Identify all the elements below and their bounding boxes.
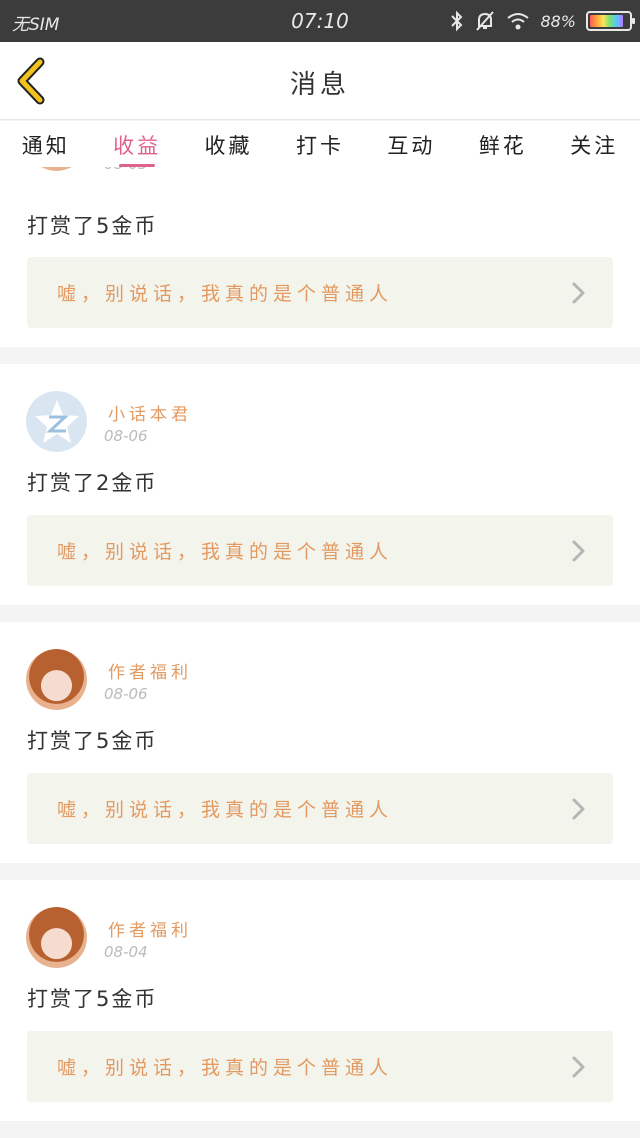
message-card: 作者福利 08-06 打赏了5金币 嘘，别说话，我真的是个普通人 xyxy=(0,622,640,863)
chevron-right-icon xyxy=(572,282,585,304)
username[interactable]: 小话本君 xyxy=(108,400,192,425)
book-quote-link[interactable]: 嘘，别说话，我真的是个普通人 xyxy=(27,515,613,586)
tab-favorites[interactable]: 收藏 xyxy=(183,121,274,167)
reward-text: 打赏了5金币 xyxy=(27,729,158,753)
status-bar: 无SIM 07:10 88% xyxy=(0,0,640,42)
avatar[interactable] xyxy=(26,907,87,968)
page-title: 消息 xyxy=(289,70,350,100)
tab-earnings[interactable]: 收益 xyxy=(91,121,182,167)
tab-following[interactable]: 关注 xyxy=(549,121,640,167)
username[interactable]: 作者福利 xyxy=(108,916,192,941)
reward-text: 打赏了5金币 xyxy=(27,214,158,238)
message-date: 08-06 xyxy=(104,685,148,703)
battery-percent: 88% xyxy=(540,11,576,31)
battery-icon xyxy=(586,11,635,31)
tab-flowers[interactable]: 鲜花 xyxy=(457,121,548,167)
tab-bar: 通知 收益 收藏 打卡 互动 鲜花 关注 xyxy=(0,121,640,167)
wifi-icon xyxy=(507,13,530,30)
status-icons: 88% xyxy=(450,8,635,34)
chevron-right-icon xyxy=(572,540,585,562)
message-date: 08-06 xyxy=(104,427,148,445)
message-card: 小话本君 08-06 打赏了2金币 嘘，别说话，我真的是个普通人 xyxy=(0,364,640,605)
top-nav-bar: 消息 xyxy=(0,42,640,120)
mute-bell-icon xyxy=(476,11,495,31)
message-card: 08-05 打赏了5金币 嘘，别说话，我真的是个普通人 xyxy=(0,167,640,347)
z-star-icon xyxy=(34,399,79,443)
message-card: 作者福利 08-04 打赏了5金币 嘘，别说话，我真的是个普通人 xyxy=(0,880,640,1121)
book-quote-link[interactable]: 嘘，别说话，我真的是个普通人 xyxy=(27,1031,613,1102)
tab-checkin[interactable]: 打卡 xyxy=(274,121,365,167)
message-list[interactable]: 08-05 打赏了5金币 嘘，别说话，我真的是个普通人 小话本君 08-06 打… xyxy=(0,167,640,1138)
chevron-right-icon xyxy=(572,1056,585,1078)
quote-text: 嘘，别说话，我真的是个普通人 xyxy=(57,799,394,821)
avatar[interactable] xyxy=(26,391,87,452)
tab-notifications[interactable]: 通知 xyxy=(0,121,91,167)
book-quote-link[interactable]: 嘘，别说话，我真的是个普通人 xyxy=(27,257,613,328)
reward-text: 打赏了5金币 xyxy=(27,987,158,1011)
tab-interactions[interactable]: 互动 xyxy=(366,121,457,167)
quote-text: 嘘，别说话，我真的是个普通人 xyxy=(57,283,394,305)
back-button[interactable] xyxy=(10,56,58,106)
avatar[interactable] xyxy=(26,167,87,171)
username[interactable]: 作者福利 xyxy=(108,658,192,683)
message-date: 08-04 xyxy=(104,943,148,961)
chevron-right-icon xyxy=(572,798,585,820)
avatar[interactable] xyxy=(26,649,87,710)
quote-text: 嘘，别说话，我真的是个普通人 xyxy=(57,541,394,563)
message-date: 08-05 xyxy=(104,167,148,173)
reward-text: 打赏了2金币 xyxy=(27,471,158,495)
book-quote-link[interactable]: 嘘，别说话，我真的是个普通人 xyxy=(27,773,613,844)
back-arrow-icon xyxy=(17,57,45,105)
bluetooth-icon xyxy=(451,10,463,32)
quote-text: 嘘，别说话，我真的是个普通人 xyxy=(57,1057,394,1079)
